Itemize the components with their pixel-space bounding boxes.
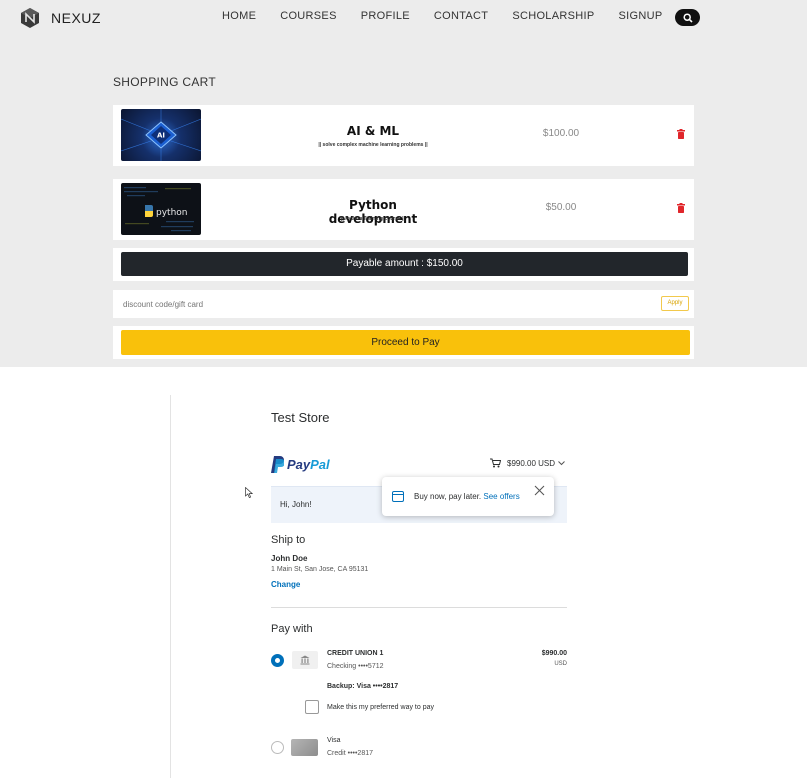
change-address-link[interactable]: Change (271, 580, 300, 589)
bank-building-icon (300, 655, 310, 665)
course-description: || solve complex machine learning proble… (318, 142, 428, 148)
cart-item: AI AI & ML || solve complex machine lear… (113, 105, 694, 166)
bank-icon (292, 651, 318, 669)
nexuz-logo-icon[interactable] (20, 8, 40, 28)
store-name: Test Store (271, 410, 330, 425)
thumb-label: python (156, 208, 187, 218)
card-icon (291, 739, 318, 756)
cart-amount: $990.00 USD (507, 458, 556, 468)
course-description: || Python Training course || (341, 216, 405, 222)
python-logo-icon: python (124, 187, 194, 232)
navbar: NEXUZ HOME COURSES PROFILE CONTACT SCHOL… (0, 0, 807, 36)
backup-value: Visa ••••2817 (356, 683, 399, 690)
payment-method-name: CREDIT UNION 1 (327, 650, 384, 657)
payment-method-sub: Credit ••••2817 (327, 750, 373, 757)
paypal-logo: PayPal (271, 454, 330, 474)
chip-icon: AI (121, 109, 201, 161)
calendar-icon (392, 491, 404, 502)
preferred-label: Make this my preferred way to pay (327, 704, 434, 711)
thumb-label: AI (157, 132, 165, 140)
backup-info: Backup: Visa ••••2817 (327, 683, 398, 690)
nav-home[interactable]: HOME (222, 10, 256, 22)
nav-signup[interactable]: SIGNUP (618, 10, 662, 22)
cart-title: SHOPPING CART (113, 75, 217, 89)
cart-summary[interactable]: $990.00 USD (490, 458, 565, 468)
paypal-word-1: Pay (287, 456, 311, 472)
bnpl-text: Buy now, pay later. See offers (414, 492, 520, 501)
divider (170, 395, 171, 778)
search-button[interactable] (675, 9, 700, 26)
backup-label: Backup: (327, 683, 355, 690)
brand-name[interactable]: NEXUZ (51, 10, 101, 26)
trash-icon[interactable] (677, 203, 685, 213)
trash-icon[interactable] (677, 129, 685, 139)
course-price: $50.00 (545, 202, 577, 213)
preferred-checkbox[interactable] (305, 700, 319, 714)
cart-item: python Python development || Python Trai… (113, 179, 694, 240)
pay-with-heading: Pay with (271, 623, 313, 635)
paypal-p-icon (271, 455, 284, 473)
course-name: AI & ML (346, 124, 400, 138)
nav-contact[interactable]: CONTACT (434, 10, 488, 22)
paypal-word-2: Pal (310, 456, 330, 472)
ship-to-heading: Ship to (271, 534, 306, 546)
discount-panel: Apply (113, 290, 694, 318)
main-menu: HOME COURSES PROFILE CONTACT SCHOLARSHIP… (222, 10, 662, 22)
proceed-panel: Proceed to Pay (113, 326, 694, 359)
proceed-to-pay-button[interactable]: Proceed to Pay (121, 330, 690, 355)
greeting: Hi, John! (280, 500, 312, 509)
apply-button[interactable]: Apply (661, 296, 689, 311)
ship-name: John Doe (271, 554, 308, 563)
payment-method-sub: Checking ••••5712 (327, 663, 384, 670)
discount-input[interactable] (117, 294, 647, 314)
course-thumbnail-python: python (121, 183, 201, 235)
search-icon (682, 12, 693, 23)
payable-panel: Payable amount : $150.00 (113, 248, 694, 281)
chevron-down-icon (558, 460, 565, 465)
nav-scholarship[interactable]: SCHOLARSHIP (512, 10, 594, 22)
cart-icon (490, 458, 501, 468)
payment-amount: $990.00 (541, 650, 567, 657)
payment-currency: USD (554, 661, 567, 667)
divider (271, 607, 567, 608)
payment-radio-visa[interactable] (271, 741, 284, 754)
payable-amount: Payable amount : $150.00 (121, 252, 688, 276)
bnpl-message: Buy now, pay later. (414, 492, 482, 501)
ship-address: 1 Main St, San Jose, CA 95131 (271, 566, 369, 573)
payment-method-name: Visa (327, 737, 341, 744)
bnpl-popup: Buy now, pay later. See offers (382, 477, 554, 516)
payment-radio-credit-union[interactable] (271, 654, 284, 667)
mouse-cursor-icon (245, 487, 253, 498)
shop-section: NEXUZ HOME COURSES PROFILE CONTACT SCHOL… (0, 0, 807, 367)
course-thumbnail-ai: AI (121, 109, 201, 161)
see-offers-link[interactable]: See offers (483, 492, 519, 501)
paypal-checkout: Test Store PayPal $990.00 USD Hi, John! … (0, 367, 807, 778)
nav-courses[interactable]: COURSES (280, 10, 337, 22)
course-price: $100.00 (542, 128, 580, 139)
nav-profile[interactable]: PROFILE (361, 10, 410, 22)
close-icon[interactable] (534, 485, 545, 496)
